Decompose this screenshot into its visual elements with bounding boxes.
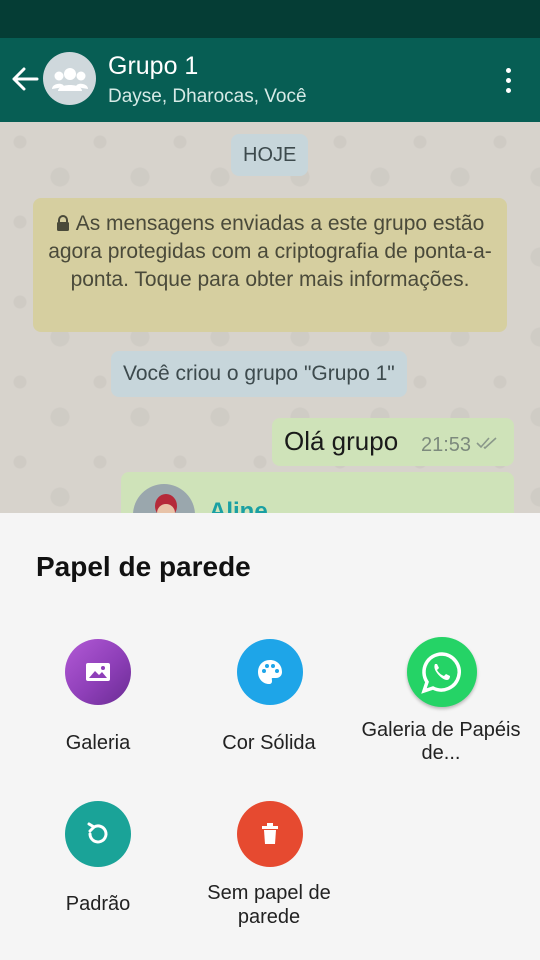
option-gallery[interactable]: Galeria <box>8 639 188 759</box>
option-default[interactable]: Padrão <box>8 801 188 921</box>
chat-participants[interactable]: Dayse, Dharocas, Você <box>108 86 307 108</box>
restore-icon <box>65 801 131 867</box>
chat-area: HOJE As mensagens enviadas a este grupo … <box>0 122 540 513</box>
chat-title[interactable]: Grupo 1 <box>108 52 198 81</box>
app-bar: Grupo 1 Dayse, Dharocas, Você <box>0 38 540 122</box>
palette-icon <box>237 639 303 705</box>
sender-name: Aline <box>209 498 268 513</box>
wallpaper-sheet: Papel de parede Galeria Cor Sólida Galer… <box>0 513 540 960</box>
option-no-wallpaper[interactable]: Sem papel de parede <box>179 801 359 931</box>
back-arrow-icon[interactable] <box>8 62 42 96</box>
double-check-icon <box>476 436 498 455</box>
lock-icon <box>56 211 70 231</box>
status-bar <box>0 0 540 38</box>
trash-icon <box>237 801 303 867</box>
option-label: Cor Sólida <box>222 732 316 754</box>
sheet-title: Papel de parede <box>36 551 251 582</box>
group-icon <box>51 67 88 91</box>
message-text: Olá grupo <box>284 426 399 456</box>
encryption-notice[interactable]: As mensagens enviadas a este grupo estão… <box>33 198 507 332</box>
system-message: Você criou o grupo "Grupo 1" <box>111 351 407 397</box>
encryption-notice-text: As mensagens enviadas a este grupo estão… <box>48 212 492 291</box>
sender-avatar[interactable] <box>133 484 195 513</box>
message-time: 21:53 <box>421 434 472 456</box>
group-avatar[interactable] <box>43 52 96 105</box>
image-icon <box>65 639 131 705</box>
option-wallpaper-library[interactable]: Galeria de Papéis de... <box>351 637 531 769</box>
outgoing-message[interactable]: Olá grupo 21:53 <box>272 418 514 466</box>
date-chip: HOJE <box>231 134 309 176</box>
option-label: Padrão <box>65 893 131 915</box>
incoming-message[interactable]: Aline <box>121 472 514 513</box>
whatsapp-icon <box>407 637 477 707</box>
overflow-menu-icon[interactable] <box>496 60 520 100</box>
option-label: Galeria de Papéis de... <box>361 719 521 764</box>
option-label: Sem papel de parede <box>207 882 331 928</box>
option-solid-color[interactable]: Cor Sólida <box>179 639 359 759</box>
option-label: Galeria <box>65 732 131 754</box>
